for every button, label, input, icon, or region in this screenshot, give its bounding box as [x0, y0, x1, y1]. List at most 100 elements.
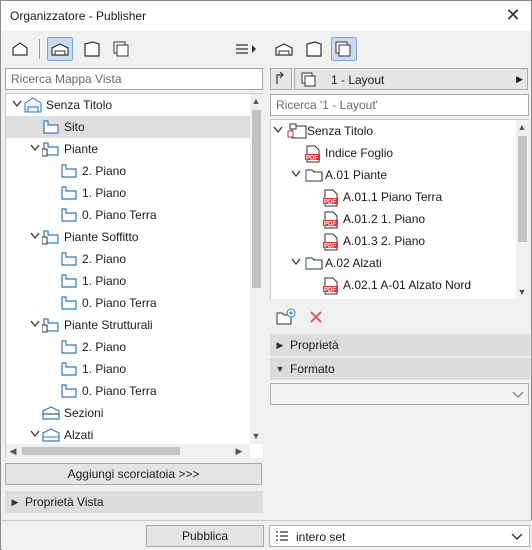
- format-select[interactable]: [270, 383, 529, 405]
- publisher-tree-row[interactable]: PDF A.02.1 A-01 Alzato Nord: [271, 274, 516, 296]
- publisher-tree-label: Senza Titolo: [307, 124, 374, 138]
- project-icon: [24, 97, 42, 113]
- expand-arrow-icon: ▶: [276, 339, 284, 350]
- publisher-tree-row[interactable]: A.01 Piante: [271, 164, 516, 186]
- view-map-tree-row[interactable]: 1. Piano: [6, 182, 250, 204]
- right-tree-vscroll[interactable]: ▲ ▼: [516, 120, 529, 299]
- view-map-tree-label: Alzati: [64, 428, 94, 442]
- layout-set-select[interactable]: 1 - Layout ▶: [294, 68, 528, 90]
- pdf-icon: PDF: [323, 277, 341, 295]
- svg-text:PDF: PDF: [324, 288, 336, 294]
- left-hscroll-thumb[interactable]: [22, 447, 180, 455]
- view-map-tree-row[interactable]: Senza Titolo: [6, 94, 250, 116]
- view-map-tree-row[interactable]: 2. Piano: [6, 160, 250, 182]
- expand-chevron-icon[interactable]: [291, 170, 301, 180]
- scroll-right-icon[interactable]: ▶: [234, 446, 244, 456]
- publisher-tree-label: Indice Foglio: [325, 146, 394, 160]
- expand-chevron-icon[interactable]: [30, 430, 40, 440]
- publisher-tree-row[interactable]: PDF A.01.2 1. Piano: [271, 208, 516, 230]
- story-icon: [60, 295, 78, 311]
- publisher-sets-icon: [113, 41, 129, 57]
- publisher-tree-label: A.02 Alzati: [325, 256, 382, 270]
- publisher-tree-row[interactable]: PDF A.01.3 2. Piano: [271, 230, 516, 252]
- publisher-tree-label: A.01.2 1. Piano: [343, 212, 426, 226]
- layout-book-button[interactable]: [79, 37, 105, 61]
- publisher-sets-button[interactable]: [109, 37, 135, 61]
- right-layout-book-button[interactable]: [301, 37, 327, 61]
- organizer-window: Organizzatore - Publisher ✕ Ricerca Mapp…: [0, 0, 532, 550]
- left-vscroll-thumb[interactable]: [252, 110, 261, 288]
- view-map-tree-row[interactable]: 0. Piano Terra: [6, 380, 250, 402]
- view-map-icon: [51, 43, 69, 56]
- publisher-set-icon: [301, 72, 316, 87]
- view-map-tree-label: Piante Soffitto: [64, 230, 139, 244]
- publisher-tree-label: A.01 Piante: [325, 168, 388, 182]
- publisher-tree-row[interactable]: PDF Indice Foglio: [271, 142, 516, 164]
- view-map-tree-row[interactable]: 0. Piano Terra: [6, 204, 250, 226]
- publisher-tree-row[interactable]: PDF A.01.1 Piano Terra: [271, 186, 516, 208]
- view-map-button[interactable]: [47, 37, 73, 61]
- publisher-tree-label: A.01.1 Piano Terra: [343, 190, 443, 204]
- view-map-tree-label: 2. Piano: [82, 252, 127, 266]
- scroll-up-icon[interactable]: ▲: [517, 122, 527, 132]
- expand-chevron-icon[interactable]: [30, 232, 40, 242]
- view-map-tree-row[interactable]: 1. Piano: [6, 270, 250, 292]
- expand-chevron-icon[interactable]: [273, 126, 283, 136]
- scroll-down-icon[interactable]: ▼: [251, 431, 261, 441]
- go-up-button[interactable]: [270, 68, 292, 90]
- story-icon: [42, 119, 60, 135]
- view-map-tree-row[interactable]: 2. Piano: [6, 336, 250, 358]
- view-map-tree-row[interactable]: Piante: [6, 138, 250, 160]
- delete-button[interactable]: [303, 305, 329, 329]
- layout-search-input[interactable]: Ricerca '1 - Layout': [270, 94, 529, 116]
- right-publisher-sets-button[interactable]: [331, 37, 357, 61]
- story-icon: [60, 163, 78, 179]
- view-map-tree-label: Piante Strutturali: [64, 318, 153, 332]
- view-map-tree-row[interactable]: Alzati: [6, 424, 250, 446]
- publish-button[interactable]: Pubblica: [146, 525, 264, 547]
- expand-chevron-icon[interactable]: [291, 258, 301, 268]
- section-icon: [42, 405, 60, 421]
- format-panel[interactable]: ▼ Formato: [270, 358, 530, 380]
- left-tree-hscroll[interactable]: ◀ ▶: [6, 444, 250, 458]
- expand-chevron-icon[interactable]: [30, 320, 40, 330]
- properties-panel[interactable]: ▶ Proprietà: [270, 334, 530, 356]
- pdf-icon: PDF: [305, 145, 323, 163]
- view-map-tree-row[interactable]: 2. Piano: [6, 248, 250, 270]
- layout-book-icon: [306, 41, 322, 57]
- view-map-tree-row[interactable]: Sezioni: [6, 402, 250, 424]
- folder-icon: [305, 255, 323, 271]
- publisher-tree: Senza Titolo PDF Indice Foglio A.01 Piante P…: [270, 119, 529, 299]
- view-map-tree-row[interactable]: Sito: [6, 116, 250, 138]
- view-map-search-input[interactable]: Ricerca Mappa Vista: [5, 68, 263, 90]
- view-map-tree-row[interactable]: Piante Soffitto: [6, 226, 250, 248]
- plan-folder-icon: [41, 317, 60, 333]
- chevron-down-icon: [512, 391, 524, 398]
- close-icon[interactable]: ✕: [503, 5, 523, 25]
- scroll-down-icon[interactable]: ▼: [517, 287, 527, 297]
- view-map-tree-row[interactable]: Piante Strutturali: [6, 314, 250, 336]
- expand-chevron-icon[interactable]: [30, 144, 40, 154]
- project-map-button[interactable]: [7, 37, 33, 61]
- left-tree-vscroll[interactable]: ▲ ▼: [250, 94, 263, 444]
- publisher-tree-row[interactable]: Senza Titolo: [271, 120, 516, 142]
- view-map-tree-row[interactable]: 1. Piano: [6, 358, 250, 380]
- add-shortcut-button[interactable]: Aggiungi scorciatoia >>>: [5, 463, 262, 485]
- expand-chevron-icon[interactable]: [12, 100, 22, 110]
- plan-folder-icon: [41, 141, 60, 157]
- view-properties-panel[interactable]: ▶ Proprietà Vista: [5, 491, 263, 513]
- scroll-up-icon[interactable]: ▲: [251, 96, 261, 106]
- menu-button[interactable]: [231, 37, 261, 61]
- view-map-tree-label: 1. Piano: [82, 274, 127, 288]
- view-map-tree-row[interactable]: 0. Piano Terra: [6, 292, 250, 314]
- publisher-tree-label: A.02.1 A-01 Alzato Nord: [343, 278, 472, 292]
- pdf-icon: PDF: [323, 211, 341, 229]
- right-vscroll-thumb[interactable]: [518, 136, 527, 242]
- scroll-left-icon[interactable]: ◀: [8, 446, 18, 456]
- publisher-tree-row[interactable]: A.02 Alzati: [271, 252, 516, 274]
- delete-icon: [310, 311, 322, 323]
- publish-set-select[interactable]: intero set: [269, 525, 530, 547]
- svg-text:PDF: PDF: [324, 200, 336, 206]
- new-folder-button[interactable]: [273, 305, 299, 329]
- right-view-map-button[interactable]: [271, 37, 297, 61]
